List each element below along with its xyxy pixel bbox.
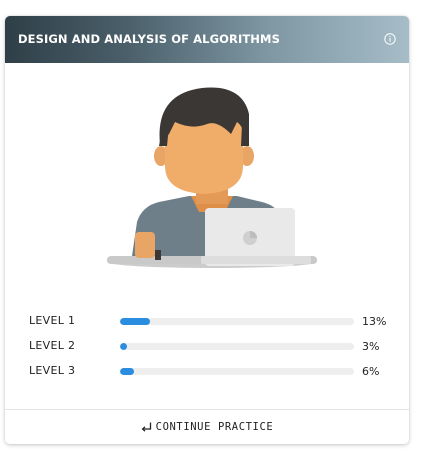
level-label: LEVEL 3 (29, 364, 76, 377)
progress-bar-track (120, 368, 354, 375)
progress-bar-fill (120, 343, 128, 350)
level-row: LEVEL 1 13% (5, 312, 409, 337)
course-card: DESIGN AND ANALYSIS OF ALGORITHMS LEVEL … (5, 16, 409, 444)
level-percent: 3% (362, 340, 380, 353)
card-header: DESIGN AND ANALYSIS OF ALGORITHMS (5, 16, 409, 63)
progress-bar-fill (120, 368, 135, 375)
return-arrow-icon (141, 422, 151, 432)
continue-practice-label: CONTINUE PRACTICE (155, 421, 274, 433)
continue-practice-button[interactable]: CONTINUE PRACTICE (5, 410, 409, 444)
level-label: LEVEL 2 (29, 339, 76, 352)
level-label: LEVEL 1 (29, 314, 76, 327)
progress-bar-track (120, 343, 354, 350)
level-row: LEVEL 2 3% (5, 337, 409, 362)
level-percent: 6% (362, 365, 380, 378)
progress-bar-fill (120, 318, 151, 325)
level-progress-list: LEVEL 1 13% LEVEL 2 3% LEVEL 3 6% (5, 312, 409, 387)
student-laptop-illustration (107, 87, 317, 268)
level-percent: 13% (362, 315, 387, 328)
info-icon[interactable] (384, 33, 396, 45)
level-row: LEVEL 3 6% (5, 362, 409, 387)
progress-bar-track (120, 318, 354, 325)
course-title: DESIGN AND ANALYSIS OF ALGORITHMS (18, 32, 280, 46)
